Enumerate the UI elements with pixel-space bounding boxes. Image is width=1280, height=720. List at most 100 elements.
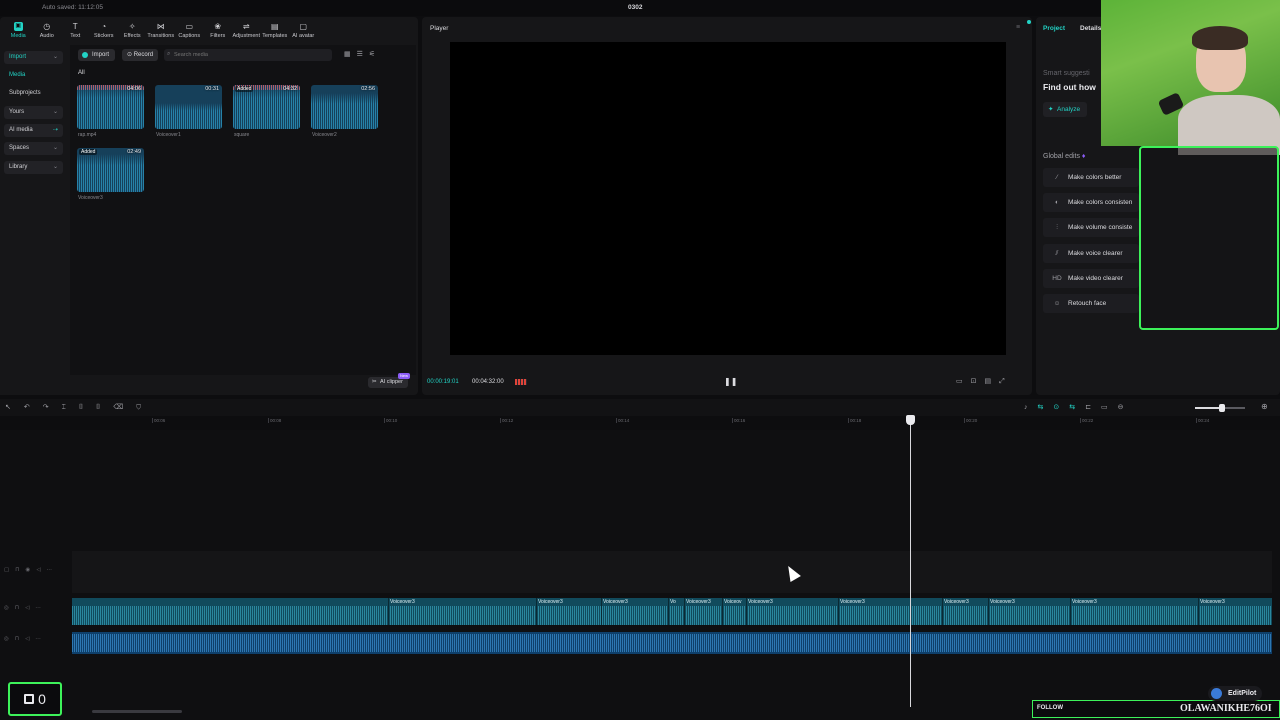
ruler-tick: 00:10 [383, 418, 398, 423]
audio-track-icon[interactable]: ◎ [4, 605, 15, 611]
split-left-icon[interactable]: ⌷ [79, 404, 96, 411]
view-options[interactable]: ▦☰⚟ [344, 50, 381, 58]
lock-icon[interactable]: ⊓ [15, 605, 25, 611]
mic-record-icon[interactable]: ♪ [1024, 404, 1038, 411]
tool-stickers[interactable]: ◔ Stickers [90, 17, 119, 43]
audio-track-icon[interactable]: ◎ [4, 636, 15, 642]
eye-icon[interactable]: ◉ [26, 567, 37, 573]
zoom-in-icon[interactable]: ⊕ [1261, 402, 1268, 411]
link-icon[interactable]: ⇆ [1038, 404, 1054, 411]
media-clip-voiceover3[interactable]: Added 02:49 [77, 148, 144, 192]
redo-icon[interactable]: ↷ [43, 404, 62, 411]
project-name[interactable]: 0302 [628, 4, 642, 11]
make-volume-consistent-button[interactable]: ⫶ Make volume consiste [1043, 218, 1139, 237]
search-input[interactable] [164, 49, 332, 61]
delete-icon[interactable]: ⌫ [113, 404, 136, 411]
tool-ai-avatar[interactable]: ▢ AI avatar [289, 17, 318, 43]
media-clip-rap[interactable]: 04:06 [77, 85, 144, 129]
audio-segment-label[interactable]: Vo [670, 599, 676, 605]
more-icon[interactable]: ⋯ [35, 605, 47, 611]
lock-icon[interactable]: ⊓ [15, 567, 25, 573]
audio-segment-label[interactable]: Voiceov [724, 599, 742, 605]
timeline-ruler[interactable] [72, 416, 1280, 428]
make-colors-better-button[interactable]: ⁄ Make colors better [1043, 168, 1139, 187]
record-button[interactable]: ⊙ Record [122, 49, 159, 61]
sidebar-item-spaces[interactable]: Spaces ⌄ [4, 142, 63, 155]
sidebar-item-import[interactable]: Import ⌄ [4, 51, 63, 64]
audio-segment-label[interactable]: Voiceover3 [686, 599, 711, 605]
main-video-track[interactable] [72, 551, 1272, 593]
tool-audio[interactable]: ◷ Audio [33, 17, 62, 43]
tab-details[interactable]: Details [1080, 25, 1101, 32]
sort-icon[interactable]: ☰ [357, 51, 369, 58]
speaker-icon[interactable]: ◁ [36, 567, 46, 573]
audio-segment-label[interactable]: Voiceover3 [748, 599, 773, 605]
ratio-icon[interactable]: ▤ [985, 378, 1000, 385]
retouch-face-button[interactable]: ☺ Retouch face [1043, 294, 1139, 313]
find-out-heading: Find out how [1043, 82, 1096, 92]
lock-icon[interactable]: ⊓ [15, 636, 25, 642]
playhead-handle[interactable] [906, 415, 915, 425]
tool-templates[interactable]: ▤ Templates [261, 17, 290, 43]
more-icon[interactable]: ⋯ [35, 636, 47, 642]
playhead[interactable] [910, 417, 911, 707]
cover-icon[interactable]: ▢ [4, 567, 15, 573]
audio-segment-label[interactable]: Voiceover3 [840, 599, 865, 605]
caption-track-icon[interactable]: ▭ [1101, 404, 1118, 411]
tool-effects[interactable]: ✧ Effects [118, 17, 147, 43]
filter-icon[interactable]: ⚟ [369, 51, 381, 58]
tool-media[interactable]: ▣ Media [4, 17, 33, 43]
filter-all[interactable]: All [78, 70, 85, 76]
audio-segment-label[interactable]: Voiceover3 [1200, 599, 1225, 605]
media-clip-voiceover2[interactable]: 02:56 [311, 85, 378, 129]
audio-segment-label[interactable]: Voiceover3 [603, 599, 628, 605]
tool-text[interactable]: T Text [61, 17, 90, 43]
audio-segment-label[interactable]: Voiceover3 [538, 599, 563, 605]
grid-view-icon[interactable]: ▦ [344, 51, 357, 58]
magnet-icon[interactable]: ⊙ [1053, 404, 1069, 411]
tool-adjustment[interactable]: ⇌ Adjustment [232, 17, 261, 43]
more-icon[interactable]: ⋯ [47, 567, 59, 573]
pause-icon[interactable]: ❚❚ [724, 377, 737, 386]
sidebar-item-yours[interactable]: Yours ⌄ [4, 106, 63, 119]
split-right-icon[interactable]: ⌷ [96, 404, 113, 411]
preview-screen[interactable] [450, 42, 1006, 355]
tool-filters[interactable]: ❀ Filters [204, 17, 233, 43]
audio-segment-label[interactable]: Voiceover3 [990, 599, 1015, 605]
sidebar-item-subprojects[interactable]: Subprojects [4, 87, 63, 100]
media-clip-square[interactable]: Added 04:32 [233, 85, 300, 129]
media-clip-voiceover1[interactable]: 00:31 [155, 85, 222, 129]
select-tool-icon[interactable]: ↖ [5, 404, 24, 411]
split-icon[interactable]: ⌶ [62, 404, 79, 411]
tool-captions[interactable]: ▭ Captions [175, 17, 204, 43]
audio-segment-label[interactable]: Voiceover3 [1072, 599, 1097, 605]
audio-track-main[interactable] [72, 632, 1272, 654]
audio-segment-label[interactable]: Voiceover3 [944, 599, 969, 605]
import-button[interactable]: Import [78, 49, 116, 61]
menu-icon[interactable]: ≡ [1016, 24, 1020, 31]
sidebar-item-ai-media[interactable]: AI media ⇢ [4, 124, 63, 137]
crop-icon[interactable]: ⊡ [971, 378, 985, 385]
speaker-icon[interactable]: ◁ [25, 636, 35, 642]
sidebar-item-media[interactable]: Media [4, 69, 63, 82]
make-colors-consistent-button[interactable]: ◐ Make colors consisten [1043, 193, 1139, 212]
snap-icon[interactable]: ⇆ [1069, 404, 1085, 411]
sidebar-item-library[interactable]: Library ⌄ [4, 161, 63, 174]
preview-axis-icon[interactable]: ⊏ [1085, 404, 1101, 411]
analyze-button[interactable]: Analyze [1043, 102, 1088, 117]
zoom-slider-handle[interactable] [1219, 404, 1225, 412]
undo-icon[interactable]: ↶ [24, 404, 43, 411]
audio-segment-label[interactable]: Voiceover3 [390, 599, 415, 605]
total-duration: 00:04:32:00 [472, 379, 504, 385]
timeline-scrollbar[interactable] [92, 710, 182, 713]
marker-icon[interactable]: ⛉ [136, 404, 154, 411]
zoom-out-icon[interactable]: ⊖ [1118, 404, 1134, 411]
tool-transitions[interactable]: ⋈ Transitions [147, 17, 176, 43]
media-icon: ▣ [13, 21, 23, 31]
tab-project[interactable]: Project [1043, 25, 1065, 32]
make-video-clearer-button[interactable]: HD Make video clearer [1043, 269, 1139, 288]
speaker-icon[interactable]: ◁ [25, 605, 35, 611]
safe-area-icon[interactable]: ▭ [956, 378, 971, 385]
fullscreen-icon[interactable]: ⤢ [999, 378, 1013, 385]
make-voice-clearer-button[interactable]: ⫽ Make voice clearer [1043, 244, 1139, 263]
